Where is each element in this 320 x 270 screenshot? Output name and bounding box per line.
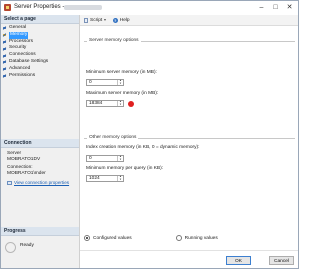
wrench-icon bbox=[3, 47, 7, 51]
properties-icon bbox=[7, 180, 12, 185]
progress-section: Progress Ready bbox=[1, 227, 79, 260]
index-creation-memory-label: Index creation memory (in KB, 0 = dynami… bbox=[86, 145, 200, 150]
radio-unselected-icon bbox=[175, 235, 182, 241]
configured-values-label: Configured values bbox=[93, 235, 132, 241]
help-button[interactable]: ? Help bbox=[112, 17, 130, 23]
min-server-memory-value: 0 bbox=[89, 80, 92, 85]
page-label: Connections bbox=[9, 52, 36, 58]
page-item-memory[interactable]: Memory bbox=[3, 31, 79, 39]
radio-selected-icon bbox=[84, 235, 90, 241]
server-value: MOBRATO1DV bbox=[7, 157, 41, 162]
redacted-server-name bbox=[64, 5, 102, 10]
min-server-memory-input[interactable]: 0 ▲ ▼ bbox=[86, 79, 124, 86]
connection-value: MOBRATO1\mder bbox=[7, 171, 46, 176]
other-memory-group: Other memory options bbox=[84, 135, 295, 140]
wrench-icon bbox=[3, 26, 7, 30]
maximize-button[interactable]: □ bbox=[269, 2, 282, 13]
server-memory-group: Server memory options bbox=[84, 38, 295, 43]
index-creation-memory-value: 0 bbox=[89, 156, 92, 161]
chevron-down-icon: ▼ bbox=[103, 18, 107, 22]
view-connection-properties-label: View connection properties bbox=[14, 180, 70, 185]
spin-arrows-icon[interactable]: ▲ ▼ bbox=[117, 100, 123, 106]
page-label: General bbox=[9, 25, 27, 30]
view-connection-properties-link[interactable]: View connection properties bbox=[7, 180, 79, 185]
progress-spinner-icon bbox=[5, 242, 16, 253]
view-mode-radios: Configured values Running values bbox=[84, 235, 218, 241]
minimize-button[interactable]: – bbox=[255, 2, 268, 13]
max-server-memory-value: 18384 bbox=[89, 101, 103, 106]
ok-button[interactable]: OK bbox=[226, 256, 251, 265]
page-label: Advanced bbox=[9, 65, 31, 71]
min-server-memory-label: Minimum server memory (in MB): bbox=[86, 70, 157, 75]
max-server-memory-input[interactable]: 18384 ▲ ▼ bbox=[86, 100, 124, 107]
window-title: Server Properties - bbox=[14, 4, 65, 10]
page-item-connections[interactable]: Connections bbox=[3, 52, 79, 59]
progress-header: Progress bbox=[1, 227, 79, 236]
spin-arrows-icon[interactable]: ▲ ▼ bbox=[117, 79, 123, 85]
script-button[interactable]: Script ▼ bbox=[84, 17, 107, 23]
server-properties-window: Server Properties - – □ ✕ Select a page … bbox=[0, 0, 299, 269]
help-icon: ? bbox=[112, 17, 118, 23]
server-memory-legend: Server memory options bbox=[87, 38, 141, 43]
footer-divider bbox=[80, 250, 298, 251]
page-item-permissions[interactable]: Permissions bbox=[3, 73, 79, 80]
wrench-icon bbox=[3, 67, 7, 71]
toolbar: Script ▼ ? Help bbox=[80, 15, 298, 26]
red-indicator-dot bbox=[128, 101, 134, 107]
min-memory-per-query-value: 1024 bbox=[89, 176, 100, 181]
wrench-icon bbox=[3, 33, 7, 37]
select-page-header: Select a page bbox=[1, 15, 79, 24]
page-item-database-settings[interactable]: Database Settings bbox=[3, 59, 79, 66]
running-values-label: Running values bbox=[184, 235, 218, 241]
min-memory-per-query-input[interactable]: 1024 ▲ ▼ bbox=[86, 175, 124, 182]
spin-arrows-icon[interactable]: ▲ ▼ bbox=[117, 175, 123, 181]
page-label: Database Settings bbox=[9, 58, 49, 64]
left-panel: Select a page General Memory Processors … bbox=[1, 15, 80, 268]
spin-arrows-icon[interactable]: ▲ ▼ bbox=[117, 155, 123, 161]
main-panel: Script ▼ ? Help Server memory options Mi… bbox=[80, 15, 298, 268]
wrench-icon bbox=[3, 40, 7, 44]
page-item-general[interactable]: General bbox=[3, 25, 79, 32]
page-label: Memory bbox=[9, 31, 29, 39]
wrench-icon bbox=[3, 74, 7, 78]
server-app-icon bbox=[4, 4, 11, 11]
close-button[interactable]: ✕ bbox=[283, 2, 296, 13]
script-label: Script bbox=[90, 17, 103, 23]
page-list: General Memory Processors Security Conne… bbox=[1, 24, 79, 79]
max-server-memory-label: Maximum server memory (in MB): bbox=[86, 91, 159, 96]
progress-status: Ready bbox=[20, 243, 34, 248]
page-item-advanced[interactable]: Advanced bbox=[3, 66, 79, 73]
connection-header: Connection bbox=[1, 139, 79, 148]
wrench-icon bbox=[3, 54, 7, 58]
configured-values-radio[interactable]: Configured values bbox=[84, 235, 132, 241]
connection-section: Connection Server MOBRATO1DV Connection:… bbox=[1, 139, 79, 185]
running-values-radio[interactable]: Running values bbox=[175, 235, 218, 241]
wrench-icon bbox=[3, 60, 7, 64]
other-memory-legend: Other memory options bbox=[87, 135, 139, 140]
cancel-button[interactable]: Cancel bbox=[269, 256, 294, 265]
script-icon bbox=[84, 17, 88, 23]
help-label: Help bbox=[119, 17, 130, 23]
index-creation-memory-input[interactable]: 0 ▲ ▼ bbox=[86, 155, 124, 162]
min-memory-per-query-label: Minimum memory per query (in KB): bbox=[86, 166, 164, 171]
title-bar[interactable]: Server Properties - – □ ✕ bbox=[1, 1, 298, 16]
page-label: Permissions bbox=[9, 72, 36, 78]
